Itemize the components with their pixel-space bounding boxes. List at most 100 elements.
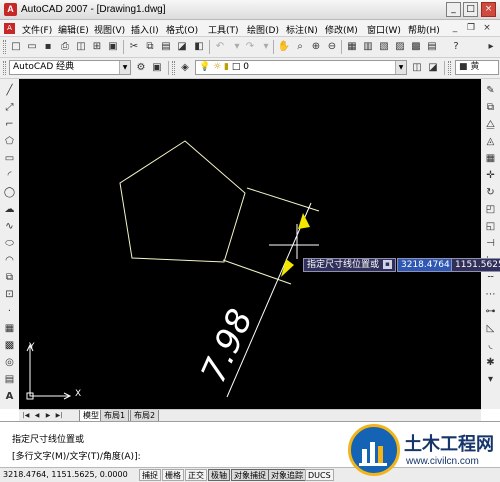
gradient-icon[interactable]: ▩ (2, 338, 17, 353)
join-icon[interactable]: ⊶ (483, 304, 498, 319)
ducs-toggle[interactable]: DUCS (305, 469, 334, 481)
help-icon[interactable]: ? (449, 40, 463, 54)
open-icon[interactable]: ▭ (25, 40, 39, 54)
color-dropdown[interactable]: ■ 黄 (455, 60, 499, 75)
doc-restore-button[interactable]: ❐ (465, 22, 477, 34)
command-prompt-line[interactable]: [多行文字(M)/文字(T)/角度(A)]: (12, 449, 141, 462)
mirror-icon[interactable]: ⧋ (483, 117, 498, 132)
match-properties-icon[interactable]: ◪ (175, 40, 189, 54)
workspace-settings-icon[interactable]: ⚙ (134, 61, 148, 75)
arc-icon[interactable]: ◜ (2, 168, 17, 183)
cursor-coordinates[interactable]: 3218.4764, 1151.5625, 0.0000 (3, 470, 128, 479)
menu-modify[interactable]: 修改(M) (325, 23, 358, 36)
autocad-app-icon[interactable]: A (4, 3, 17, 16)
make-current-layer-icon[interactable]: ◫ (410, 61, 424, 75)
workspace-save-icon[interactable]: ▣ (150, 61, 164, 75)
plot-icon[interactable]: ▣ (106, 40, 120, 54)
dynamic-input-lock-icon[interactable]: ▪ (383, 260, 393, 269)
break-at-point-icon[interactable]: ╌ (483, 270, 498, 285)
layer-manager-icon[interactable]: ◈ (178, 61, 192, 75)
dynamic-input-x-field[interactable]: 3218.4764 (397, 258, 454, 272)
menu-draw[interactable]: 绘图(D) (247, 23, 279, 36)
rotate-icon[interactable]: ↻ (483, 185, 498, 200)
redo-dropdown-icon[interactable]: ▾ (259, 40, 273, 54)
copy-object-icon[interactable]: ⧉ (483, 100, 498, 115)
construction-line-icon[interactable]: ⤢ (2, 100, 17, 115)
polyline-icon[interactable]: ⌐ (2, 117, 17, 132)
toolbar-grip[interactable] (172, 61, 175, 75)
line-icon[interactable]: ╱ (2, 83, 17, 98)
zoom-previous-icon[interactable]: ⊖ (325, 40, 339, 54)
move-icon[interactable]: ✛ (483, 168, 498, 183)
ortho-toggle[interactable]: 正交 (185, 469, 207, 481)
ellipse-arc-icon[interactable]: ◠ (2, 253, 17, 268)
stretch-icon[interactable]: ◱ (483, 219, 498, 234)
object-track-toggle[interactable]: 对象追踪 (268, 469, 306, 481)
pentagon-shape[interactable] (119, 140, 246, 263)
menu-window[interactable]: 窗口(W) (367, 23, 401, 36)
menu-tools[interactable]: 工具(T) (208, 23, 239, 36)
document-icon[interactable]: A (4, 23, 15, 34)
circle-icon[interactable]: ◯ (2, 185, 17, 200)
drawing-canvas[interactable]: 7.98 Y X (19, 79, 481, 409)
ellipse-icon[interactable]: ⬭ (2, 236, 17, 251)
previous-tab-icon[interactable]: ◀ (32, 411, 42, 421)
workspace-dropdown[interactable]: AutoCAD 经典 ▼ (9, 60, 131, 75)
redo-icon[interactable]: ↷ (243, 40, 257, 54)
layer-dropdown[interactable]: 💡 ☼ ▮ □ 0 ▼ (195, 60, 407, 75)
menu-edit[interactable]: 编辑(E) (58, 23, 89, 36)
calculator-icon[interactable]: ▤ (425, 40, 439, 54)
menu-file[interactable]: 文件(F) (22, 23, 52, 36)
scale-icon[interactable]: ◰ (483, 202, 498, 217)
make-block-icon[interactable]: ⊡ (2, 287, 17, 302)
toolbar-grip[interactable] (3, 40, 6, 54)
trim-icon[interactable]: ⊣ (483, 236, 498, 251)
insert-block-icon[interactable]: ⧉ (2, 270, 17, 285)
menu-insert[interactable]: 插入(I) (131, 23, 159, 36)
layer-previous-icon[interactable]: ◪ (426, 61, 440, 75)
paste-icon[interactable]: ▤ (159, 40, 173, 54)
break-icon[interactable]: ⋯ (483, 287, 498, 302)
minimize-button[interactable]: _ (446, 2, 461, 17)
undo-dropdown-icon[interactable]: ▾ (230, 40, 244, 54)
first-tab-icon[interactable]: |◀ (21, 411, 31, 421)
toolbar-grip[interactable] (448, 61, 451, 75)
cut-icon[interactable]: ✂ (127, 40, 141, 54)
tool-palettes-icon[interactable]: ▧ (377, 40, 391, 54)
doc-minimize-button[interactable]: _ (449, 22, 461, 34)
save-icon[interactable]: ▪ (41, 40, 55, 54)
erase-icon[interactable]: ✎ (483, 83, 498, 98)
menu-help[interactable]: 帮助(H) (408, 23, 440, 36)
block-editor-icon[interactable]: ◧ (192, 40, 206, 54)
grid-toggle[interactable]: 栅格 (162, 469, 184, 481)
pan-icon[interactable]: ✋ (277, 40, 291, 54)
last-tab-icon[interactable]: ▶| (54, 411, 64, 421)
menu-format[interactable]: 格式(O) (166, 23, 198, 36)
zoom-window-icon[interactable]: ⊕ (309, 40, 323, 54)
polar-toggle[interactable]: 极轴 (208, 469, 230, 481)
array-icon[interactable]: ▦ (483, 151, 498, 166)
properties-icon[interactable]: ▦ (345, 40, 359, 54)
design-center-icon[interactable]: ▥ (361, 40, 375, 54)
rectangle-icon[interactable]: ▭ (2, 151, 17, 166)
toolbar-grip[interactable] (3, 61, 6, 75)
close-button[interactable]: × (481, 2, 496, 17)
markup-icon[interactable]: ▩ (409, 40, 423, 54)
table-icon[interactable]: ▤ (2, 372, 17, 387)
chamfer-icon[interactable]: ◺ (483, 321, 498, 336)
next-tab-icon[interactable]: ▶ (43, 411, 53, 421)
dynamic-input-y-field[interactable]: 1151.5625 (451, 258, 500, 272)
scroll-down-icon[interactable]: ▾ (483, 372, 498, 387)
zoom-realtime-icon[interactable]: ⌕ (293, 40, 307, 54)
maximize-button[interactable]: □ (463, 2, 478, 17)
offset-icon[interactable]: ◬ (483, 134, 498, 149)
multiline-text-icon[interactable]: A (2, 389, 17, 404)
sheet-set-icon[interactable]: ▨ (393, 40, 407, 54)
region-icon[interactable]: ◎ (2, 355, 17, 370)
print-preview-icon[interactable]: ◫ (74, 40, 88, 54)
snap-toggle[interactable]: 捕捉 (139, 469, 161, 481)
polygon-icon[interactable]: ⬠ (2, 134, 17, 149)
new-icon[interactable]: □ (9, 40, 23, 54)
spline-icon[interactable]: ∿ (2, 219, 17, 234)
undo-icon[interactable]: ↶ (213, 40, 227, 54)
